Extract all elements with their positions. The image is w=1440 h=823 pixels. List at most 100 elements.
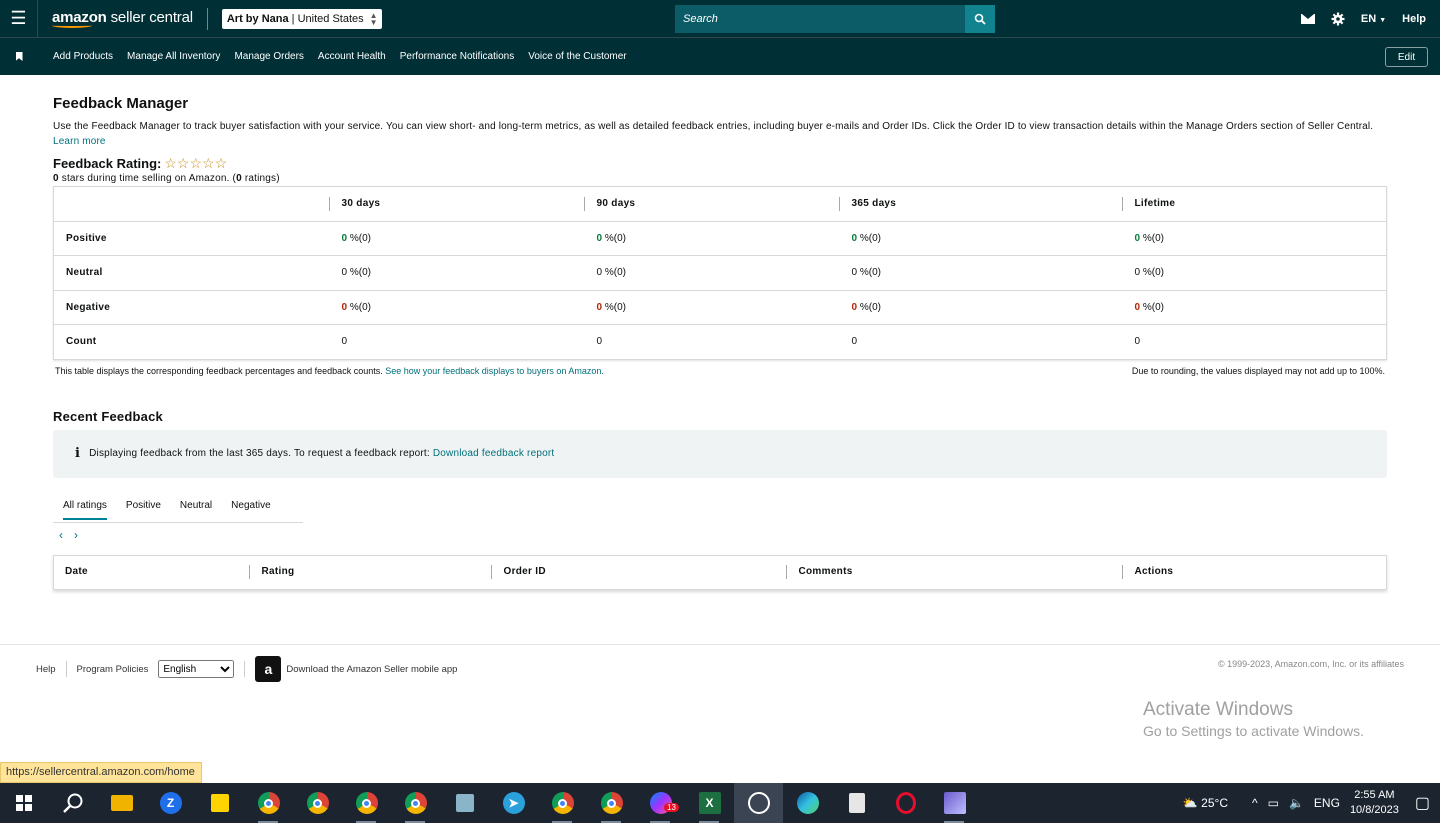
zalo-icon[interactable]: Z [146, 783, 195, 823]
account-name: Art by Nana [226, 12, 289, 25]
cell-value: 0 [596, 301, 603, 313]
search-input[interactable] [675, 5, 965, 33]
chrome-icon[interactable] [244, 783, 293, 823]
page-description: Use the Feedback Manager to track buyer … [53, 119, 1387, 149]
edit-nav-button[interactable]: Edit [1385, 47, 1428, 67]
header-365-days: 365 days [838, 196, 1122, 211]
chrome-icon[interactable] [538, 783, 587, 823]
edge-icon[interactable] [783, 783, 832, 823]
recent-feedback-title: Recent Feedback [53, 408, 163, 424]
windows-taskbar: Z ➤ 13 X ⛅ 25°C ^ ▭ 🔈 ENG 2:55 AM 10/8/20… [0, 783, 1440, 823]
amazon-app-icon[interactable]: a [255, 656, 282, 682]
table-cell: 0 %(0) [328, 289, 584, 325]
main-content: Feedback Manager Use the Feedback Manage… [53, 95, 1387, 590]
header-actions: EN ▼ Help [1285, 0, 1426, 38]
updown-icon: ▲ ▼ [369, 10, 378, 27]
telegram-icon[interactable]: ➤ [489, 783, 538, 823]
account-switcher[interactable]: Art by Nana | United States ▲ ▼ [221, 8, 382, 29]
media-player-icon[interactable] [930, 783, 979, 823]
buyer-display-link[interactable]: See how your feedback displays to buyers… [385, 366, 604, 376]
table-header[interactable]: Actions [1121, 555, 1387, 589]
meet-icon[interactable]: ▭ [1268, 796, 1279, 810]
table-cell: 0 %(0) [1121, 255, 1387, 290]
mobile-app-link[interactable]: Download the Amazon Seller mobile app [286, 664, 457, 675]
footnote-text: This table displays the corresponding fe… [55, 365, 383, 376]
tab-all-ratings[interactable]: All ratings [63, 500, 107, 520]
row-label-neutral: Neutral [53, 255, 329, 290]
chrome-icon[interactable] [342, 783, 391, 823]
table-header: 30 days [328, 186, 584, 221]
cell-suffix: %(0) [349, 232, 371, 244]
logo[interactable]: amazon seller central [52, 9, 193, 28]
nav-manage-orders[interactable]: Manage Orders [234, 51, 303, 62]
opera-icon[interactable] [881, 783, 930, 823]
tab-positive[interactable]: Positive [126, 500, 161, 519]
footer-language-select[interactable]: English [158, 660, 235, 678]
sticky-notes-icon[interactable] [195, 783, 244, 823]
table-header[interactable]: Date [54, 555, 249, 589]
calculator-icon[interactable] [832, 783, 881, 823]
download-report-link[interactable]: Download feedback report [433, 448, 555, 459]
table-row: Neutral 0 %(0) 0 %(0) 0 %(0) 0 %(0) [53, 255, 1387, 290]
logo-brand: amazon [52, 9, 107, 26]
cell-suffix: %(0) [1142, 232, 1164, 244]
table-header[interactable]: Comments [785, 555, 1122, 589]
tab-neutral[interactable]: Neutral [180, 500, 212, 519]
footer-policies-link[interactable]: Program Policies [77, 664, 149, 675]
table-cell: 0 %(0) [583, 255, 839, 290]
start-button[interactable] [0, 783, 48, 823]
learn-more-link[interactable]: Learn more [53, 136, 106, 147]
clock[interactable]: 2:55 AM 10/8/2023 [1350, 788, 1399, 818]
cell-value: 0 [851, 267, 858, 279]
cell-value: 0 [328, 324, 584, 359]
footer-help-link[interactable]: Help [36, 664, 56, 675]
nav-add-products[interactable]: Add Products [53, 51, 113, 62]
chrome-icon[interactable] [391, 783, 440, 823]
nav-performance-notifications[interactable]: Performance Notifications [400, 51, 515, 62]
table-header[interactable]: Order ID [490, 555, 786, 589]
help-link[interactable]: Help [1402, 13, 1426, 25]
mail-icon[interactable] [1300, 14, 1315, 24]
feedback-metrics-table: 30 days 90 days 365 days Lifetime Positi… [53, 186, 1387, 360]
cell-suffix: %(0) [604, 301, 626, 313]
chevron-left-icon[interactable]: ‹ [59, 528, 63, 542]
cell-value: 0 [596, 232, 603, 244]
chrome-icon[interactable] [293, 783, 342, 823]
rating-text-b: ratings) [241, 173, 280, 184]
header-lifetime: Lifetime [1121, 196, 1387, 211]
app-icon[interactable] [440, 783, 489, 823]
chevron-up-icon[interactable]: ^ [1252, 796, 1258, 810]
cell-suffix: %(0) [859, 267, 881, 279]
cell-suffix: %(0) [859, 301, 881, 313]
messenger-icon[interactable]: 13 [636, 783, 685, 823]
table-header[interactable]: Rating [248, 555, 491, 589]
cell-value: 0 [596, 267, 603, 279]
language-selector[interactable]: EN ▼ [1361, 13, 1386, 25]
menu-icon[interactable]: ☰ [0, 0, 38, 38]
description-text: Use the Feedback Manager to track buyer … [53, 121, 1374, 132]
notification-icon[interactable]: ▢ [1415, 793, 1430, 813]
nav-voice-of-customer[interactable]: Voice of the Customer [528, 51, 626, 62]
header-date: Date [65, 566, 88, 577]
taskbar-search[interactable] [48, 783, 97, 823]
gear-icon[interactable] [1331, 12, 1345, 26]
search-button[interactable] [965, 5, 995, 33]
row-label-positive: Positive [53, 220, 329, 256]
rating-summary: 0 stars during time selling on Amazon. (… [53, 173, 1387, 184]
speaker-icon[interactable]: 🔈 [1289, 796, 1304, 810]
excel-icon[interactable]: X [685, 783, 734, 823]
table-row: Negative 0 %(0) 0 %(0) 0 %(0) 0 %(0) [53, 289, 1387, 325]
bookmark-icon[interactable] [0, 52, 38, 61]
header-actions: Actions [1121, 565, 1387, 579]
table-header-empty [53, 186, 329, 221]
nav-manage-inventory[interactable]: Manage All Inventory [127, 51, 220, 62]
weather-widget[interactable]: ⛅ 25°C [1183, 796, 1228, 810]
tab-negative[interactable]: Negative [231, 500, 270, 519]
photos-icon[interactable] [734, 783, 783, 823]
input-language[interactable]: ENG [1314, 796, 1340, 810]
header-90-days: 90 days [583, 196, 839, 211]
nav-account-health[interactable]: Account Health [318, 51, 386, 62]
file-explorer-icon[interactable] [97, 783, 146, 823]
chevron-right-icon[interactable]: › [74, 528, 78, 542]
chrome-icon[interactable] [587, 783, 636, 823]
